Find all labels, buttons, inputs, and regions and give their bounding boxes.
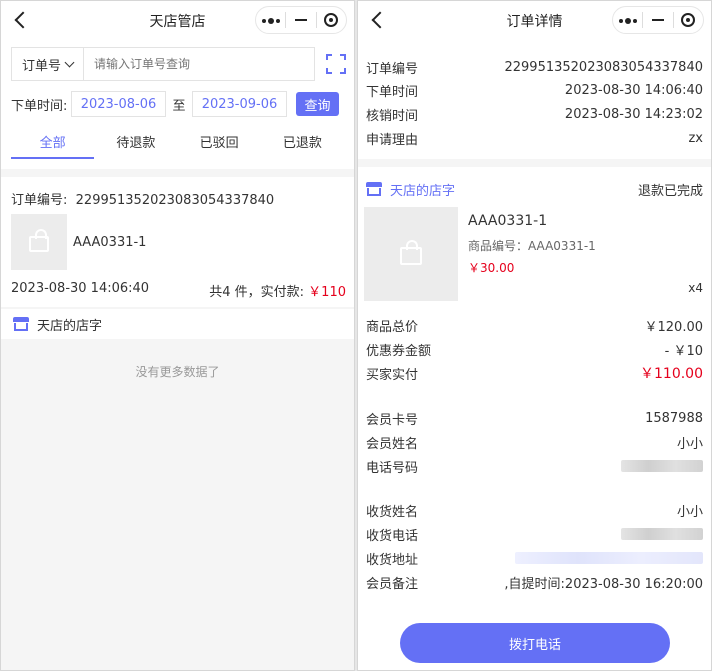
phone-redacted xyxy=(621,460,703,472)
order-total: 共4 件，实付款: ￥110 xyxy=(209,281,346,300)
receiver-label: 收货姓名 xyxy=(366,504,419,520)
address-redacted xyxy=(515,552,703,564)
section-divider xyxy=(358,159,711,167)
member-row: 会员卡号 1587988 xyxy=(366,408,703,428)
paid-amount-value: ￥110.00 xyxy=(640,366,703,382)
info-row: 申请理由 zx xyxy=(366,128,703,148)
miniprogram-capsule xyxy=(255,6,347,34)
order-time: 2023-08-30 14:06:40 xyxy=(11,281,150,296)
info-row: 下单时间 2023-08-30 14:06:40 xyxy=(366,80,703,100)
tab-rejected[interactable]: 已驳回 xyxy=(178,127,261,159)
product-name: AAA0331-1 xyxy=(73,235,147,250)
receiver-label: 收货地址 xyxy=(366,552,419,568)
member-row: 电话号码 xyxy=(366,456,703,476)
member-value: 小小 xyxy=(676,436,703,452)
close-miniprogram-icon[interactable] xyxy=(317,7,346,33)
receiver-row: 收货地址 xyxy=(366,548,703,568)
receiver-row: 收货电话 xyxy=(366,524,703,544)
chevron-down-icon xyxy=(64,57,75,67)
shop-name: 天店的店字 xyxy=(390,183,456,199)
info-value: 2023-08-30 14:23:02 xyxy=(564,106,703,122)
filter-panel: 订单号 下单时间: 2023-08-06 至 2023-09-06 查询 全部 … xyxy=(1,39,354,169)
info-label: 订单编号 xyxy=(366,61,419,77)
search-input[interactable] xyxy=(84,57,314,71)
product-thumbnail xyxy=(364,207,458,301)
nav-bar: 订单详情 xyxy=(358,1,711,39)
info-row: 核销时间 2023-08-30 14:23:02 xyxy=(366,104,703,124)
scan-icon[interactable] xyxy=(326,54,346,74)
search-type-label: 订单号 xyxy=(21,58,61,74)
order-list-screen: 天店管店 订单号 下单时间: 2023-08-06 至 2023-09-06 查… xyxy=(0,0,355,671)
order-detail-screen: 订单详情 订单编号 229951352023083054337840 下单时间 20… xyxy=(357,0,712,671)
tab-pending-refund[interactable]: 待退款 xyxy=(94,127,177,159)
member-value: 1587988 xyxy=(645,410,703,426)
bag-icon xyxy=(400,240,422,265)
info-row: 订单编号 229951352023083054337840 xyxy=(366,57,703,77)
search-type-select[interactable]: 订单号 xyxy=(12,48,84,80)
more-menu-icon[interactable] xyxy=(613,7,642,33)
order-number: 订单编号: 229951352023083054337840 xyxy=(11,189,274,208)
member-row: 会员姓名 小小 xyxy=(366,432,703,452)
order-total-label: 共4 件，实付款: xyxy=(209,285,305,300)
product-price: ￥30.00 xyxy=(468,261,515,275)
bag-icon xyxy=(29,229,49,252)
date-to-label: 至 xyxy=(172,98,186,114)
refund-status: 退款已完成 xyxy=(637,183,703,199)
shop-row[interactable]: 天店的店字 退款已完成 xyxy=(366,179,703,199)
info-label: 核销时间 xyxy=(366,108,419,124)
store-icon xyxy=(13,317,29,331)
no-more-data-text: 没有更多数据了 xyxy=(135,365,220,379)
minimize-icon[interactable] xyxy=(643,7,672,33)
shop-row[interactable]: 天店的店字 xyxy=(1,309,354,339)
order-total-amount: ￥110 xyxy=(308,285,346,300)
member-label: 会员姓名 xyxy=(366,436,419,452)
call-phone-button[interactable]: 拨打电话 xyxy=(400,623,670,663)
amount-value: ￥120.00 xyxy=(644,319,704,335)
receiver-label: 会员备注 xyxy=(366,576,419,592)
member-remark-value: ,自提时间:2023-08-30 16:20:00 xyxy=(504,576,703,592)
info-value: 2023-08-30 14:06:40 xyxy=(564,82,703,98)
status-tabs: 全部 待退款 已驳回 已退款 xyxy=(11,127,344,159)
product-name: AAA0331-1 xyxy=(468,213,548,229)
member-label: 会员卡号 xyxy=(366,412,419,428)
date-label: 下单时间: xyxy=(11,98,68,114)
receiver-row: 会员备注 ,自提时间:2023-08-30 16:20:00 xyxy=(366,572,703,592)
member-label: 电话号码 xyxy=(366,460,419,476)
info-value: 229951352023083054337840 xyxy=(504,59,703,75)
receiver-value: 小小 xyxy=(676,504,703,520)
order-number-label: 订单编号: xyxy=(11,193,68,208)
receiver-label: 收货电话 xyxy=(366,528,419,544)
nav-bar: 天店管店 xyxy=(1,1,354,39)
close-miniprogram-icon[interactable] xyxy=(674,7,703,33)
amount-row: 优惠券金额 - ￥10 xyxy=(366,339,703,359)
query-button[interactable]: 查询 xyxy=(296,92,339,116)
shop-name: 天店的店字 xyxy=(37,318,103,334)
product-code: 商品编号：AAA0331-1 xyxy=(468,239,596,253)
more-menu-icon[interactable] xyxy=(256,7,285,33)
tab-all[interactable]: 全部 xyxy=(11,127,95,159)
receiver-phone-redacted xyxy=(621,528,703,540)
end-date-picker[interactable]: 2023-09-06 xyxy=(192,91,287,117)
info-label: 申请理由 xyxy=(366,132,419,148)
receiver-row: 收货姓名 小小 xyxy=(366,500,703,520)
amount-value: - ￥10 xyxy=(664,343,703,359)
miniprogram-capsule xyxy=(612,6,704,34)
amount-label: 买家实付 xyxy=(366,367,419,383)
amount-row: 商品总价 ￥120.00 xyxy=(366,315,703,335)
amount-label: 商品总价 xyxy=(366,319,419,335)
info-value: zx xyxy=(688,130,703,146)
start-date-picker[interactable]: 2023-08-06 xyxy=(71,91,166,117)
product-thumbnail xyxy=(11,214,67,270)
order-number-value: 229951352023083054337840 xyxy=(71,193,275,208)
amount-row: 买家实付 ￥110.00 xyxy=(366,363,703,383)
tab-refunded[interactable]: 已退款 xyxy=(261,127,344,159)
store-icon xyxy=(366,182,382,196)
product-quantity: x4 xyxy=(688,281,703,295)
amount-label: 优惠券金额 xyxy=(366,343,432,359)
search-box: 订单号 xyxy=(11,47,315,81)
minimize-icon[interactable] xyxy=(286,7,315,33)
order-card[interactable]: 订单编号: 229951352023083054337840 AAA0331-1… xyxy=(1,177,354,307)
date-filter-row: 下单时间: 2023-08-06 至 2023-09-06 查询 xyxy=(11,91,344,117)
info-label: 下单时间 xyxy=(366,84,419,100)
